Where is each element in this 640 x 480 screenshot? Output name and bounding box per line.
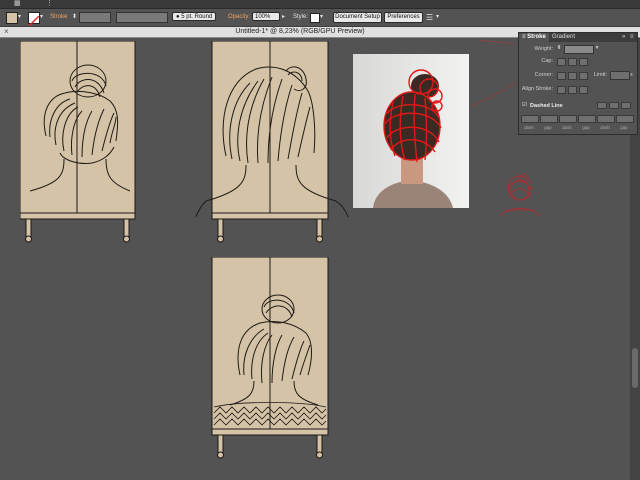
cap-label: Cap: [541,58,553,64]
panel-menu-icon[interactable]: ≡ [627,33,637,42]
fill-swatch[interactable] [6,12,18,24]
dash-label: dash [562,125,572,130]
stroke-weight-field[interactable] [79,12,111,23]
brush-dropdown[interactable]: ● 5 pt. Round [172,12,216,21]
opacity-field[interactable]: 100% [252,12,280,21]
round-cap-icon[interactable] [568,58,577,66]
opacity-dropdown-icon[interactable]: ▸ [282,12,285,23]
stroke-label[interactable]: Stroke [50,12,67,23]
panel-tab-bar: ≡ Stroke Gradient » ≡ [519,33,637,42]
corner-label: Corner: [534,72,553,78]
align-stroke-label: Align Stroke: [521,86,553,92]
gap-label: gap [620,125,628,130]
scrollbar-thumb[interactable] [632,348,638,388]
align-outside-icon[interactable] [579,86,588,94]
round-join-icon[interactable] [568,72,577,80]
dash-align-icon[interactable] [609,102,619,109]
square-cap-icon[interactable] [579,58,588,66]
limit-unit: x [630,72,633,78]
limit-field[interactable] [610,71,630,80]
bevel-join-icon[interactable] [579,72,588,80]
tab-stroke[interactable]: ≡ Stroke [519,33,549,42]
align-inside-icon[interactable] [568,86,577,94]
butt-cap-icon[interactable] [557,58,566,66]
document-title: Untitled-1* @ 8,23% (RGB/GPU Preview) [235,28,365,35]
tab-stroke-label: Stroke [527,34,546,40]
control-bar: ▾ ▾ Stroke ⬍ ● 5 pt. Round Opacity: 100%… [0,9,640,27]
dash-field-2[interactable] [559,115,577,123]
dashed-line-label: Dashed Line [530,103,563,109]
gap-field-2[interactable] [578,115,596,123]
weight-field[interactable] [564,45,594,54]
artboard-1[interactable] [20,41,138,243]
dash-options-icon[interactable] [621,102,631,109]
gap-field-1[interactable] [540,115,558,123]
document-setup-button[interactable]: Document Setup [333,12,382,23]
weight-label: Weight: [534,46,553,52]
gap-label: gap [544,125,552,130]
dash-preserve-icon[interactable] [597,102,607,109]
dash-label: dash [600,125,610,130]
red-guide-lines [471,39,517,107]
dash-label: dash [524,125,534,130]
brush-label: 5 pt. Round [181,14,213,20]
menu-bar: ▦ ⋮ [0,0,640,9]
stroke-dropdown-icon[interactable]: ▾ [40,12,43,23]
style-label: Style: [293,14,309,20]
dash-field-1[interactable] [521,115,539,123]
arrange-documents-icon[interactable]: ☰ [426,12,433,23]
weight-dropdown-icon[interactable]: ▾ [594,45,600,51]
stroke-swatch[interactable] [28,12,40,27]
stroke-panel: ≡ Stroke Gradient » ≡ Weight: ⬍ ▾ Cap: C… [518,32,638,135]
arrange-icon[interactable]: ⋮ [46,0,56,8]
variable-width-field[interactable] [116,12,168,23]
red-trace-shape[interactable] [500,170,546,220]
gap-field-3[interactable] [616,115,634,123]
artboard-3[interactable] [210,257,332,459]
miter-join-icon[interactable] [557,72,566,80]
align-center-icon[interactable] [557,86,566,94]
style-swatch[interactable] [310,13,320,23]
fill-dropdown-icon[interactable]: ▾ [18,12,21,23]
gap-label: gap [582,125,590,130]
preferences-button[interactable]: Preferences [384,12,423,23]
opacity-label[interactable]: Opacity: [228,12,250,23]
artboard-2[interactable] [196,41,352,243]
arrange-dropdown-icon[interactable]: ▾ [436,12,439,23]
limit-label: Limit: [593,72,607,78]
stroke-stepper-icon[interactable]: ⬍ [72,12,77,23]
dash-field-3[interactable] [597,115,615,123]
reference-photo[interactable] [353,54,469,208]
weight-stepper-icon[interactable]: ⬍ [556,45,562,51]
none-slash-icon [28,15,40,27]
tab-gradient[interactable]: Gradient [549,33,578,42]
dashed-checkbox[interactable]: ☑ [522,102,528,108]
tool-icon[interactable]: ▦ [14,0,24,8]
style-dropdown-icon[interactable]: ▾ [320,12,323,23]
